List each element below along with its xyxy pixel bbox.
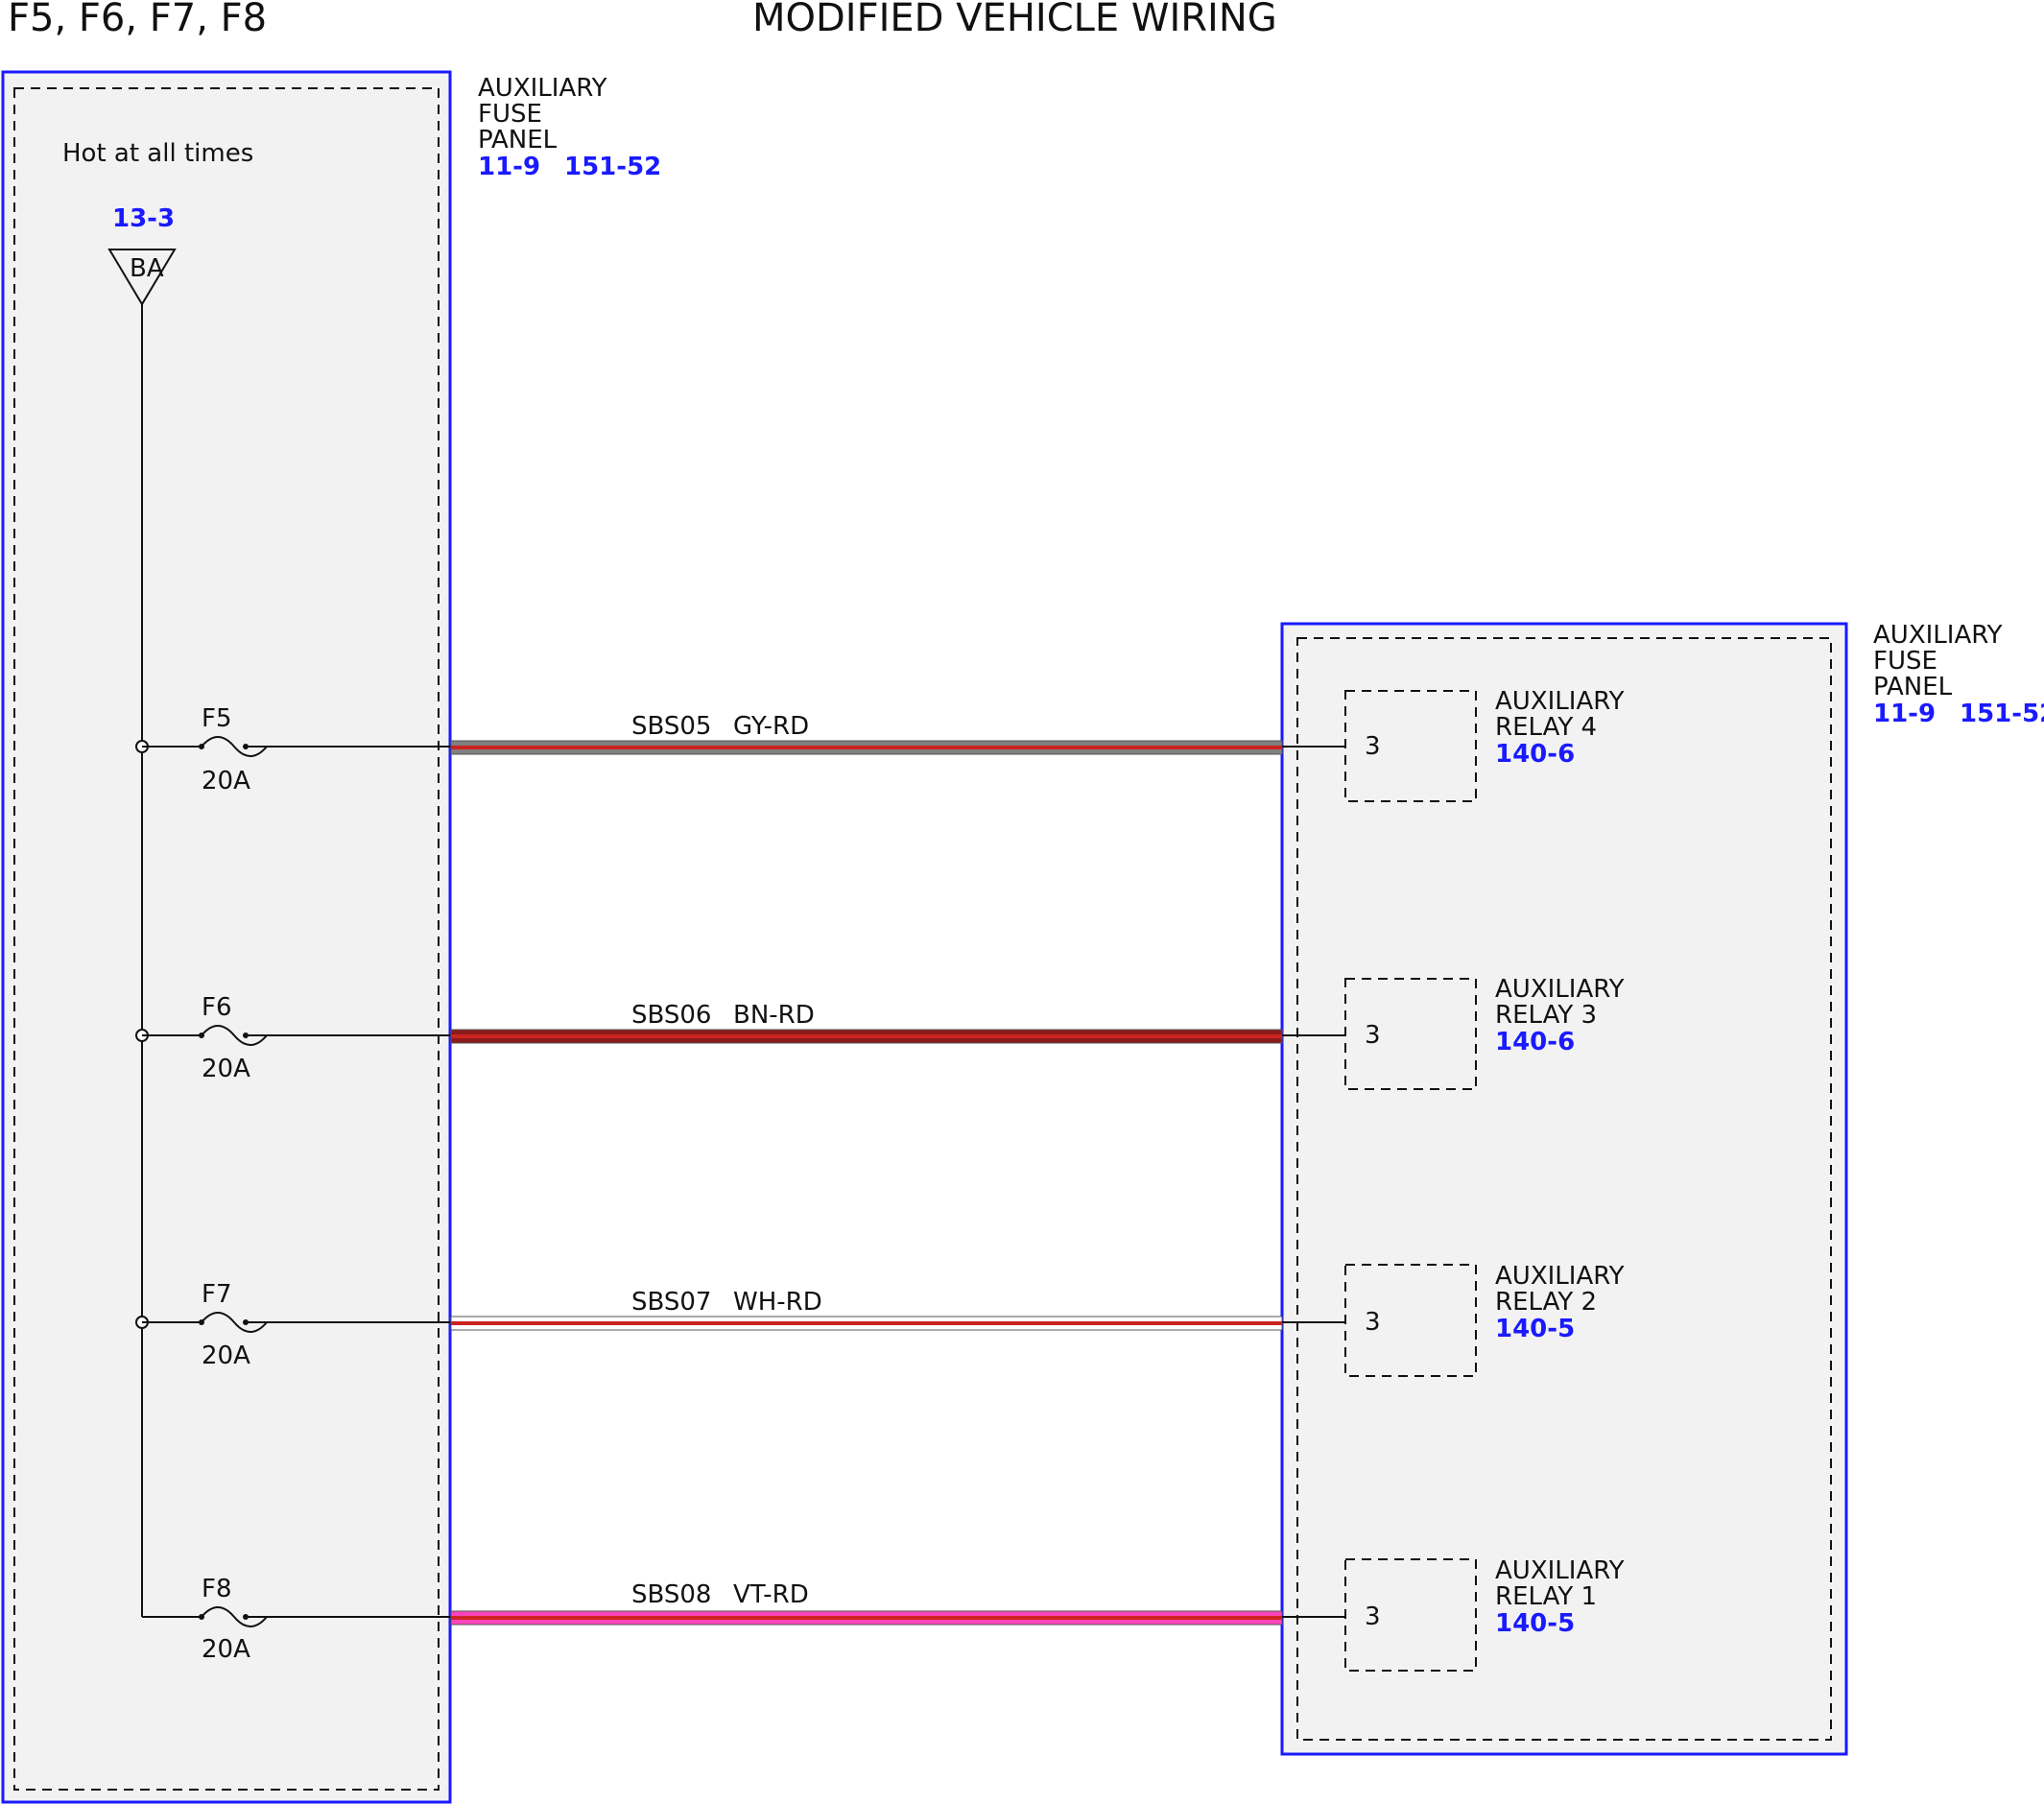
fuse-list-title: F5, F6, F7, F8	[8, 0, 267, 40]
fuse-id: F6	[202, 993, 232, 1022]
right-panel-name-line-3: PANEL	[1873, 673, 1953, 701]
relay-name-line-2: RELAY 3	[1495, 1001, 1597, 1030]
supply-ref: 13-3	[112, 204, 175, 233]
wire-color-code: VT-RD	[733, 1580, 809, 1609]
diagram-title: MODIFIED VEHICLE WIRING	[752, 0, 1277, 40]
relay-ref: 140-5	[1495, 1609, 1575, 1638]
relay-name-line-2: RELAY 1	[1495, 1582, 1597, 1611]
right-panel-ref-1: 11-9	[1873, 700, 1936, 728]
circuit-number: SBS06	[631, 1001, 711, 1030]
left-panel-name-line-3: PANEL	[478, 126, 558, 154]
right-panel-ref-2: 151-52	[1960, 700, 2044, 728]
right-panel-name-line-2: FUSE	[1873, 647, 1937, 676]
circuit-number: SBS05	[631, 712, 711, 741]
fuse-id: F8	[202, 1575, 232, 1603]
fuse-rating: 20A	[202, 1341, 250, 1370]
relay-pin: 3	[1365, 1021, 1381, 1050]
relay-name-line-2: RELAY 2	[1495, 1288, 1597, 1317]
wire-stripe	[451, 1616, 1282, 1620]
wire-stripe	[451, 746, 1282, 749]
wire-stripe	[451, 1034, 1282, 1038]
relay-name-line-2: RELAY 4	[1495, 713, 1597, 742]
fuse-terminal	[199, 1033, 204, 1038]
relay-name-line-1: AUXILIARY	[1495, 1262, 1625, 1291]
wire-stripe	[451, 1321, 1282, 1325]
supply-label: Hot at all times	[62, 139, 253, 168]
relay-ref: 140-6	[1495, 1028, 1575, 1056]
fuse-id: F7	[202, 1280, 232, 1309]
fuse-terminal	[199, 744, 204, 749]
relay-pin: 3	[1365, 1308, 1381, 1337]
left-panel-name-line-1: AUXILIARY	[478, 74, 607, 103]
relay-pin: 3	[1365, 1602, 1381, 1631]
relay-name-line-1: AUXILIARY	[1495, 1556, 1625, 1585]
wire-color-code: GY-RD	[733, 712, 809, 741]
fuse-rating: 20A	[202, 1055, 250, 1083]
circuit-number: SBS08	[631, 1580, 711, 1609]
fuse-rating: 20A	[202, 767, 250, 795]
fuse-rating: 20A	[202, 1635, 250, 1664]
relay-ref: 140-6	[1495, 740, 1575, 769]
left-fuse-panel	[1, 70, 452, 1804]
relay-ref: 140-5	[1495, 1315, 1575, 1343]
relay-pin: 3	[1365, 732, 1381, 761]
supply-symbol-label: BA	[130, 254, 164, 283]
wire-color-code: WH-RD	[733, 1288, 822, 1317]
left-panel-ref-2: 151-52	[564, 153, 661, 181]
fuse-terminal	[199, 1319, 204, 1325]
wiring-diagram: F5, F6, F7, F8 MODIFIED VEHICLE WIRING A…	[1, 0, 2044, 1804]
fuse-id: F5	[202, 704, 232, 733]
left-panel-name-line-2: FUSE	[478, 100, 542, 129]
right-panel-name-line-1: AUXILIARY	[1873, 621, 2003, 650]
relay-name-line-1: AUXILIARY	[1495, 975, 1625, 1004]
circuit-number: SBS07	[631, 1288, 711, 1317]
left-panel-ref-1: 11-9	[478, 153, 540, 181]
fuse-terminal	[199, 1614, 204, 1620]
left-panel-border	[1, 70, 452, 1804]
wire-color-code: BN-RD	[733, 1001, 815, 1030]
relay-name-line-1: AUXILIARY	[1495, 687, 1625, 716]
